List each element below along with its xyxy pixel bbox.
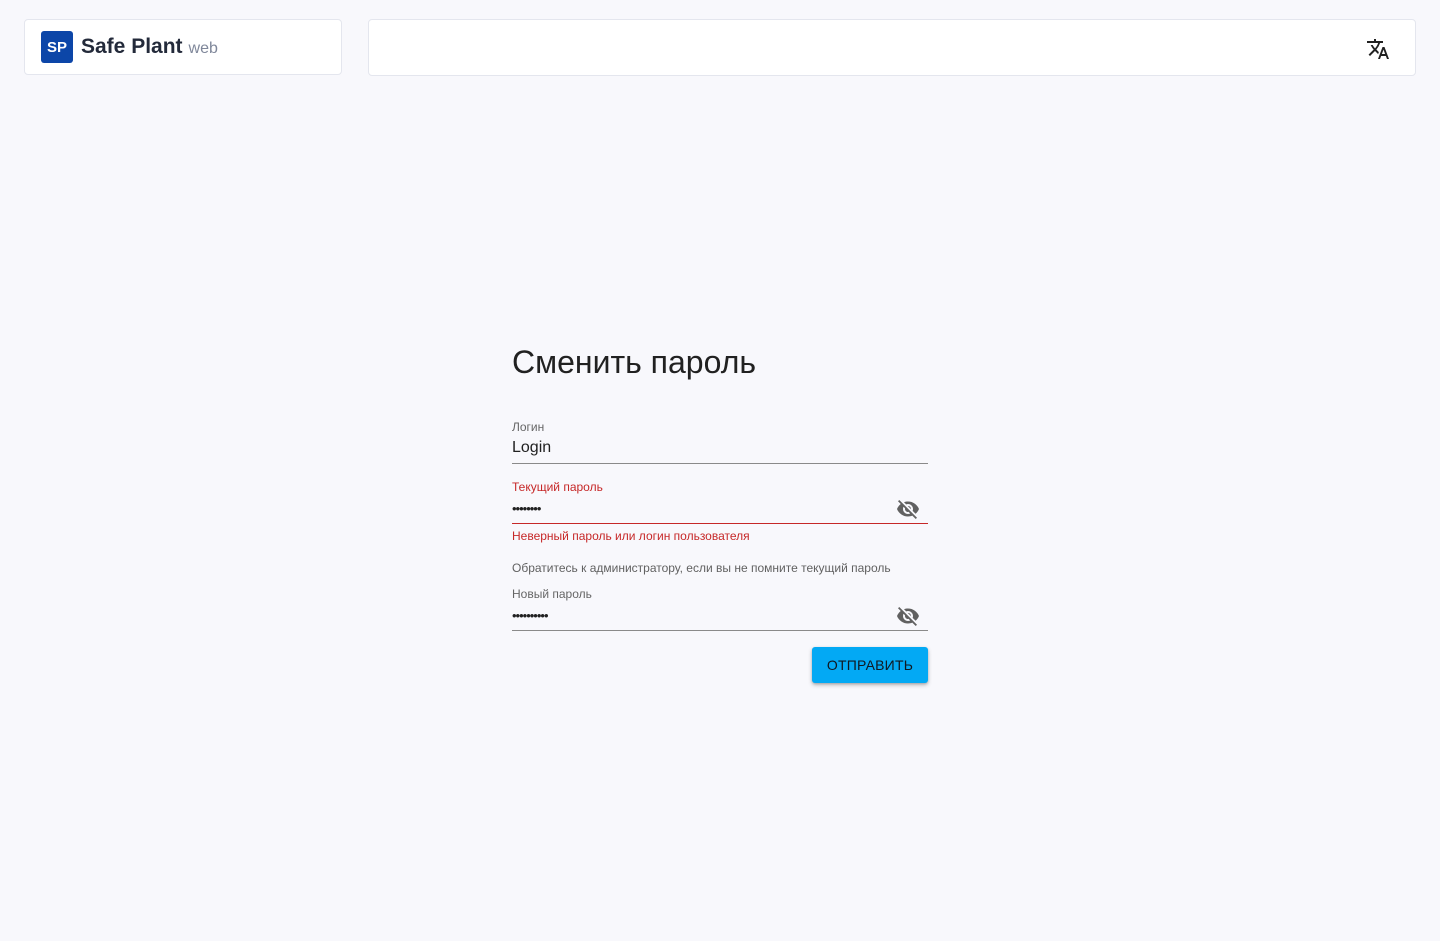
eye-off-icon (897, 607, 919, 626)
admin-hint: Обратитесь к администратору, если вы не … (512, 561, 891, 575)
brand-suffix: web (188, 40, 218, 57)
language-button[interactable] (1365, 36, 1391, 62)
brand-header: SP Safe Plant web (24, 19, 342, 75)
toggle-new-password-visibility[interactable] (896, 604, 920, 628)
brand-logo-text: SP (46, 38, 67, 56)
toggle-current-password-visibility[interactable] (896, 497, 920, 521)
current-password-error: Неверный пароль или логин пользователя (512, 529, 750, 543)
eye-off-icon (897, 500, 919, 519)
current-password-value: •••••••• (512, 501, 541, 516)
current-password-input[interactable]: •••••••• (512, 494, 928, 524)
new-password-input[interactable]: •••••••••• (512, 601, 928, 631)
page-title: Сменить пароль (512, 344, 757, 380)
submit-button[interactable]: ОТПРАВИТЬ (812, 647, 928, 683)
current-password-label: Текущий пароль (512, 480, 603, 494)
new-password-value: •••••••••• (512, 608, 549, 623)
login-field: Логин Login (512, 420, 928, 464)
new-password-field: Новый пароль •••••••••• (512, 587, 928, 631)
new-password-label: Новый пароль (512, 587, 592, 601)
brand-name: Safe Plant (81, 35, 183, 58)
login-input[interactable]: Login (512, 434, 928, 464)
change-password-form: Сменить пароль Логин Login Текущий парол… (512, 340, 928, 683)
current-password-field: Текущий пароль •••••••• Неверный пароль … (512, 480, 928, 543)
translate-icon (1367, 39, 1389, 59)
login-value: Login (512, 439, 552, 456)
login-label: Логин (512, 420, 545, 434)
top-bar (368, 19, 1416, 76)
brand-logo[interactable]: SP (41, 31, 73, 63)
